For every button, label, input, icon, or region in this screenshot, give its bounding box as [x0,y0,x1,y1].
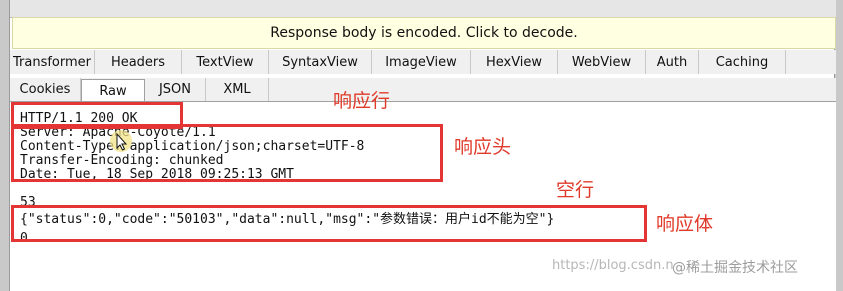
window-left-edge [0,0,10,291]
mouse-cursor-icon [110,130,132,152]
tab-syntaxview[interactable]: SyntaxView [269,50,372,74]
inspector-tabs-row-2: Cookies Raw JSON XML [10,78,836,102]
tab-webview[interactable]: WebView [558,50,646,74]
annotation-status-line: 响应行 [333,90,391,112]
watermark-author: @稀土掘金技术社区 [672,260,798,276]
inspector-tabs-row-1: Transformer Headers TextView SyntaxView Imag… [10,50,836,74]
tab-cookies[interactable]: Cookies [10,78,81,101]
toolbar-strip [10,0,836,18]
tab-transformer[interactable]: Transformer [10,50,95,74]
annotation-blank-line: 空行 [556,179,595,201]
tab-raw[interactable]: Raw [81,79,145,102]
tab-imageview[interactable]: ImageView [372,50,471,74]
annotation-body: 响应体 [656,213,714,235]
tab-caching[interactable]: Caching [699,50,786,74]
tab-hexview[interactable]: HexView [471,50,558,74]
annotation-headers: 响应头 [454,136,512,158]
tab-xml[interactable]: XML [206,78,269,101]
body-highlight [11,205,647,242]
watermark-url: https://blog.csdn.n [552,258,674,273]
tab-textview[interactable]: TextView [182,50,269,74]
tab-auth[interactable]: Auth [646,50,699,74]
tab-headers[interactable]: Headers [95,50,182,74]
tab-json[interactable]: JSON [145,78,206,101]
headers-highlight [11,124,443,182]
decode-banner[interactable]: Response body is encoded. Click to decod… [12,17,836,49]
